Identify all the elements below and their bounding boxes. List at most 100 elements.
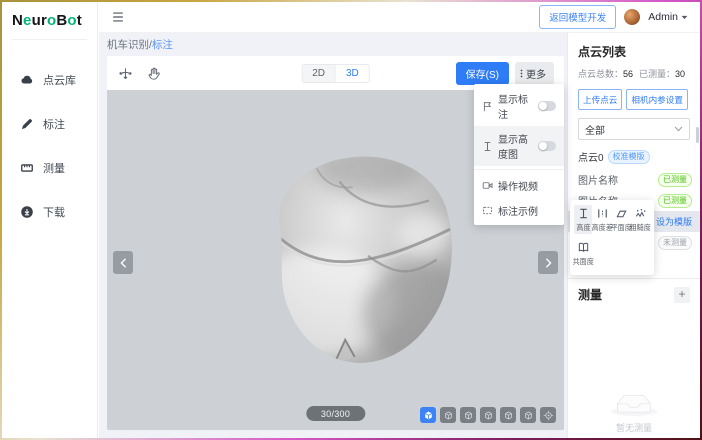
- empty-inbox-icon: [603, 378, 665, 417]
- total-value: 56: [623, 69, 633, 79]
- tooth-3d-model: [225, 132, 473, 374]
- back-to-model-dev-button[interactable]: 返回模型开发: [539, 5, 616, 29]
- upload-pointcloud-button[interactable]: 上传点云: [578, 89, 622, 110]
- set-as-template-link[interactable]: 设为模版: [656, 215, 692, 228]
- mode-2d-button[interactable]: 2D: [302, 65, 336, 82]
- pointcloud-panel: 点云列表 点云总数：56 已测量：30 上传点云 相机内参设置 全部 点云0 校…: [567, 33, 700, 438]
- move-tool-icon[interactable]: [117, 66, 134, 81]
- pen-icon: [20, 117, 34, 131]
- sidebar-item-download[interactable]: 下载: [2, 190, 97, 234]
- calibration-template-badge: 校准模版: [608, 150, 650, 164]
- caret-down-icon: [681, 15, 688, 20]
- download-icon: [20, 205, 34, 219]
- list-item[interactable]: 图片名称 已测量: [568, 169, 700, 190]
- sidebar: NeuroBot 点云库 标注 测量 下载: [2, 2, 98, 438]
- cube-top-icon[interactable]: [520, 407, 536, 423]
- flatness-tool-icon: [615, 207, 628, 220]
- breadcrumb-current: 标注: [152, 39, 173, 51]
- list-scrollbar[interactable]: [696, 127, 699, 143]
- show-annotations-toggle[interactable]: [538, 101, 556, 111]
- total-label: 点云总数：: [578, 69, 623, 79]
- tool-flatness[interactable]: 平面度: [612, 205, 630, 234]
- video-icon: [482, 180, 493, 191]
- cube-perspective-icon[interactable]: [420, 407, 436, 423]
- sidebar-item-label: 点云库: [43, 72, 76, 88]
- measured-value: 30: [675, 69, 685, 79]
- tool-height-difference[interactable]: 高度差: [593, 205, 611, 234]
- avatar[interactable]: [624, 9, 640, 25]
- status-badge: 已测量: [658, 194, 692, 208]
- app-window: NeuroBot 点云库 标注 测量 下载 返: [2, 2, 700, 438]
- next-image-button[interactable]: [538, 251, 558, 274]
- panel-stats: 点云总数：56 已测量：30: [578, 67, 690, 80]
- mode-3d-button[interactable]: 3D: [336, 65, 369, 82]
- screenshot-frame: NeuroBot 点云库 标注 测量 下载 返: [0, 0, 702, 440]
- measure-section: 测量 + 暂无测量: [568, 278, 700, 438]
- pointcloud-group-row[interactable]: 点云0 校准模版: [578, 149, 690, 164]
- filter-select-value: 全部: [585, 122, 605, 137]
- view-orientation-toolbar: [420, 407, 556, 423]
- main-area: 机车识别/标注 2D 3D 保存(S): [99, 33, 567, 438]
- measure-title: 测量: [578, 286, 602, 303]
- measure-icon: [20, 161, 34, 175]
- coplanarity-tool-icon: [577, 241, 590, 254]
- top-bar: 返回模型开发 Admin: [99, 2, 700, 33]
- height-tool-icon: [577, 207, 590, 220]
- divider: [474, 169, 564, 170]
- frame-icon: [482, 205, 493, 216]
- menu-item-tutorial-video[interactable]: 操作视频: [474, 173, 564, 198]
- sidebar-item-label: 下载: [43, 204, 65, 220]
- dots-vertical-icon: [520, 68, 523, 79]
- image-name: 图片名称: [578, 172, 618, 187]
- sidebar-item-measure[interactable]: 测量: [2, 146, 97, 190]
- height-diff-tool-icon: [596, 207, 609, 220]
- tool-coplanarity[interactable]: 共面度: [574, 239, 592, 268]
- more-button[interactable]: 更多: [515, 62, 554, 85]
- cube-left-icon[interactable]: [480, 407, 496, 423]
- menu-item-label: 标注示例: [498, 203, 538, 218]
- flag-icon: [482, 101, 493, 112]
- cube-front-icon[interactable]: [440, 407, 456, 423]
- breadcrumb-parent[interactable]: 机车识别: [107, 39, 149, 51]
- chevron-down-icon: [674, 126, 683, 132]
- hand-pan-icon[interactable]: [147, 66, 161, 81]
- sidebar-nav: 点云库 标注 测量 下载: [2, 58, 97, 234]
- roughness-tool-icon: [634, 207, 647, 220]
- empty-text: 暂无测量: [568, 421, 700, 434]
- more-dropdown-menu: 显示标注 显示高度图 操作视频 标注示例: [474, 84, 564, 225]
- height-icon: [482, 141, 493, 152]
- more-button-label: 更多: [526, 66, 546, 81]
- user-menu[interactable]: Admin: [648, 11, 688, 23]
- sidebar-item-label: 标注: [43, 116, 65, 132]
- tool-height[interactable]: 高度: [574, 205, 592, 234]
- menu-item-show-heightmap[interactable]: 显示高度图: [474, 126, 564, 166]
- divider: [12, 39, 87, 40]
- target-reset-view-icon[interactable]: [540, 407, 556, 423]
- menu-item-show-annotations[interactable]: 显示标注: [474, 86, 564, 126]
- sidebar-item-annotation[interactable]: 标注: [2, 102, 97, 146]
- collapse-sidebar-icon[interactable]: [111, 10, 125, 24]
- menu-item-label: 显示高度图: [498, 131, 533, 161]
- menu-item-label: 操作视频: [498, 178, 538, 193]
- measure-tools-popup: 高度 高度差 平面度 粗糙度 共面度: [570, 200, 654, 275]
- add-measurement-button[interactable]: +: [674, 287, 690, 303]
- cube-back-icon[interactable]: [460, 407, 476, 423]
- show-heightmap-toggle[interactable]: [538, 141, 556, 151]
- filter-select[interactable]: 全部: [578, 118, 690, 140]
- menu-item-label: 显示标注: [498, 91, 533, 121]
- save-button[interactable]: 保存(S): [456, 62, 509, 85]
- tool-roughness[interactable]: 粗糙度: [631, 205, 649, 234]
- prev-image-button[interactable]: [113, 251, 133, 274]
- user-name: Admin: [648, 11, 678, 23]
- group-name: 点云0: [578, 149, 604, 164]
- view-mode-toggle: 2D 3D: [301, 64, 370, 83]
- sidebar-item-pointcloud-library[interactable]: 点云库: [2, 58, 97, 102]
- status-badge: 未测量: [658, 236, 692, 250]
- sidebar-item-label: 测量: [43, 160, 65, 176]
- pagination-indicator: 30/300: [306, 406, 365, 421]
- camera-intrinsics-button[interactable]: 相机内参设置: [626, 89, 688, 110]
- measured-label: 已测量：: [639, 69, 675, 79]
- menu-item-annotation-example[interactable]: 标注示例: [474, 198, 564, 223]
- cube-right-icon[interactable]: [500, 407, 516, 423]
- cloud-icon: [20, 73, 34, 87]
